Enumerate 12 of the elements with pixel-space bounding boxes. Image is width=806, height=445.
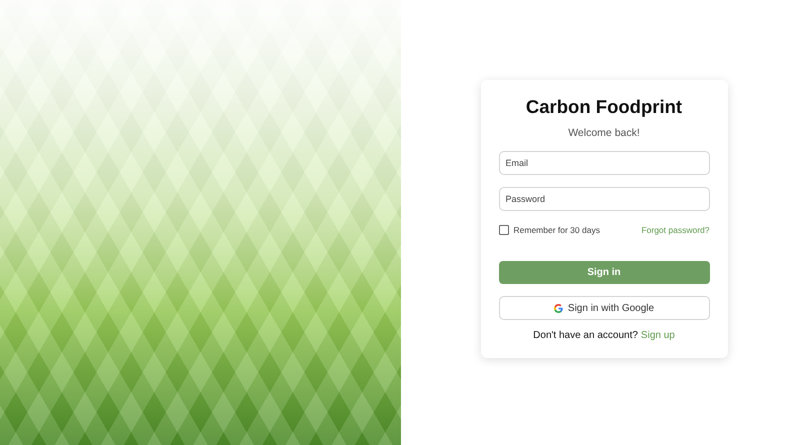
welcome-text: Welcome back! <box>567 127 641 139</box>
forgot-password-link[interactable]: Forgot password? <box>641 225 710 235</box>
sign-in-button[interactable]: Sign in <box>498 261 710 284</box>
remember-label: Remember for 30 days <box>514 225 600 235</box>
signup-prompt: Don't have an account? <box>533 330 638 341</box>
remember-checkbox[interactable] <box>498 225 508 235</box>
input-field[interactable]: Email <box>498 151 710 175</box>
app-title: Carbon Foodprint <box>524 96 684 118</box>
google-icon <box>554 304 563 312</box>
input-field[interactable]: Password <box>498 187 710 211</box>
google-sign-in-button[interactable]: Sign in with Google <box>498 296 710 320</box>
sign-up-link[interactable]: Sign up <box>640 330 675 341</box>
